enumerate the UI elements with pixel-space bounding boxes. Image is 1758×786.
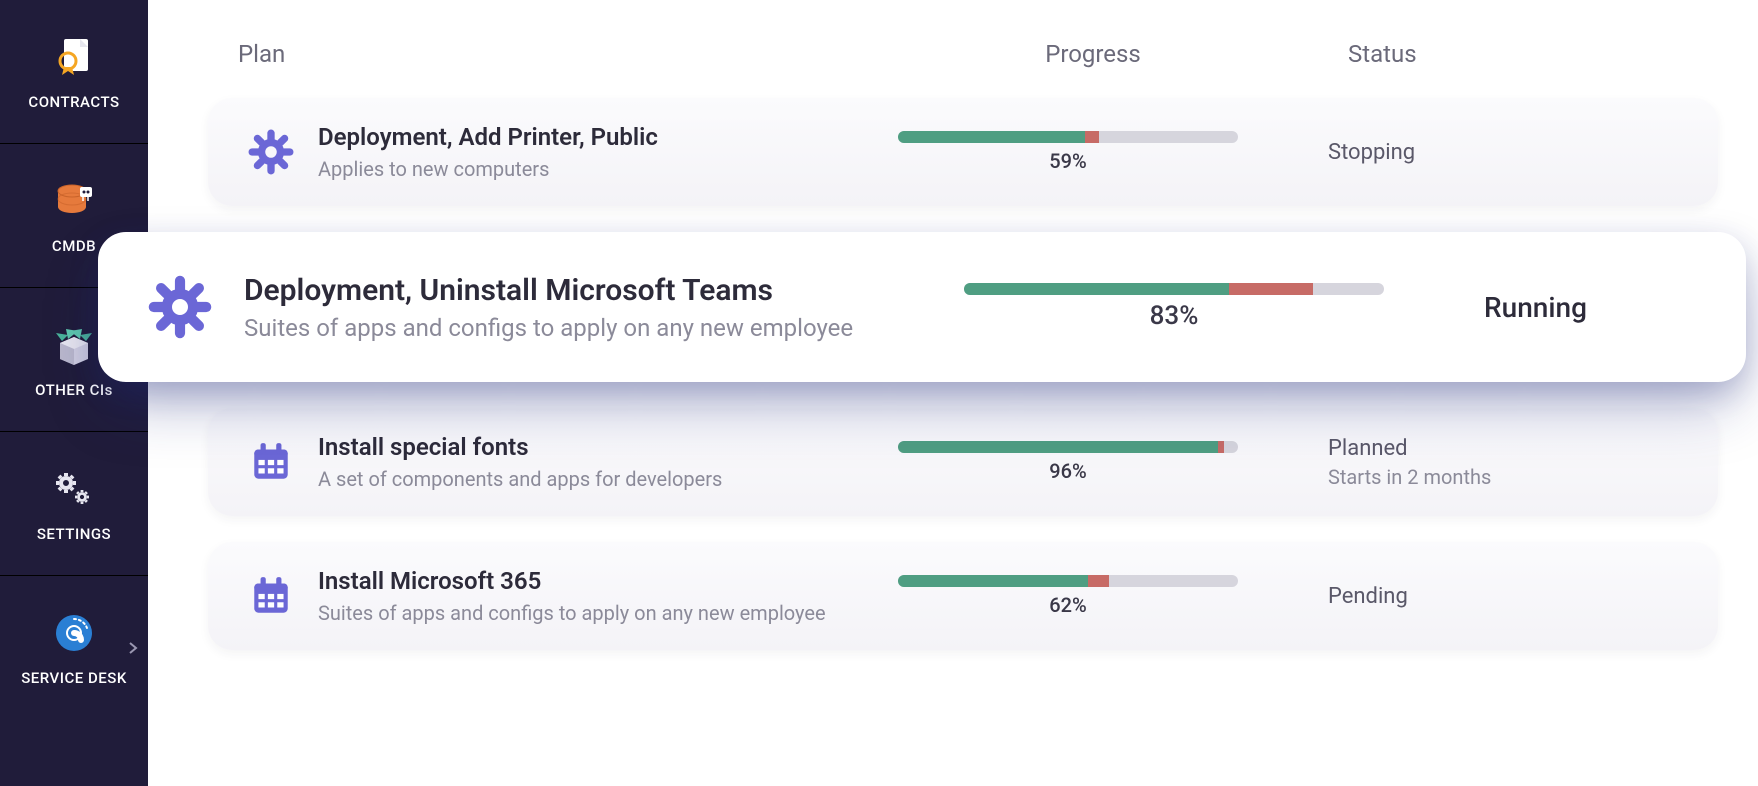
- status-text: Stopping: [1328, 140, 1678, 165]
- plan-row[interactable]: Install special fonts A set of component…: [208, 408, 1718, 516]
- column-headers: Plan Progress Status: [238, 40, 1718, 68]
- plan-title: Install special fonts: [318, 433, 898, 461]
- sidebar-item-service-desk[interactable]: SERVICE DESK: [0, 576, 148, 720]
- progress-label: 62%: [1049, 593, 1086, 617]
- status: Running: [1384, 291, 1686, 324]
- plan-subtitle: Suites of apps and configs to apply on a…: [244, 314, 964, 342]
- status-subtext: Starts in 2 months: [1328, 465, 1678, 489]
- sidebar-item-label: SETTINGS: [37, 525, 111, 543]
- status-text: Running: [1484, 291, 1686, 324]
- calendar-icon: [248, 573, 318, 619]
- progress-label: 83%: [1150, 301, 1199, 331]
- progress-label: 96%: [1049, 459, 1086, 483]
- progress: 83%: [964, 283, 1384, 331]
- box-icon: [50, 321, 98, 369]
- gear-icon: [148, 275, 244, 339]
- header-progress: Progress: [918, 40, 1268, 68]
- progress: 59%: [898, 131, 1238, 173]
- plan-subtitle: Applies to new computers: [318, 157, 898, 181]
- progress-red: [1218, 441, 1225, 453]
- main-content: Plan Progress Status Deployment, Add Pri…: [148, 0, 1758, 786]
- progress-red: [1085, 131, 1099, 143]
- plan-title: Install Microsoft 365: [318, 567, 898, 595]
- progress-bar: [964, 283, 1384, 295]
- plan-text: Deployment, Uninstall Microsoft Teams Su…: [244, 273, 964, 342]
- progress-bar: [898, 575, 1238, 587]
- sidebar-item-label: OTHER CIs: [35, 381, 113, 399]
- service-desk-icon: [50, 609, 98, 657]
- progress-red: [1229, 283, 1313, 295]
- calendar-icon: [248, 439, 318, 485]
- progress: 62%: [898, 575, 1238, 617]
- sidebar-item-label: CONTRACTS: [28, 93, 119, 111]
- sidebar-item-label: CMDB: [52, 237, 96, 255]
- status: Planned Starts in 2 months: [1238, 436, 1678, 489]
- sidebar-item-contracts[interactable]: CONTRACTS: [0, 0, 148, 144]
- progress: 96%: [898, 441, 1238, 483]
- progress-label: 59%: [1049, 149, 1086, 173]
- contracts-icon: [50, 33, 98, 81]
- status: Stopping: [1238, 140, 1678, 165]
- plan-text: Install Microsoft 365 Suites of apps and…: [318, 567, 898, 625]
- settings-icon: [50, 465, 98, 513]
- header-plan: Plan: [238, 40, 918, 68]
- sidebar-item-label: SERVICE DESK: [21, 669, 127, 687]
- gear-icon: [248, 129, 318, 175]
- chevron-right-icon: [128, 641, 138, 655]
- plan-subtitle: A set of components and apps for develop…: [318, 467, 898, 491]
- sidebar-item-settings[interactable]: SETTINGS: [0, 432, 148, 576]
- status-text: Planned: [1328, 436, 1678, 461]
- progress-green: [898, 575, 1088, 587]
- progress-green: [898, 131, 1085, 143]
- plan-text: Deployment, Add Printer, Public Applies …: [318, 123, 898, 181]
- plan-row[interactable]: Install Microsoft 365 Suites of apps and…: [208, 542, 1718, 650]
- progress-bar: [898, 441, 1238, 453]
- plan-row[interactable]: Deployment, Add Printer, Public Applies …: [208, 98, 1718, 206]
- plan-text: Install special fonts A set of component…: [318, 433, 898, 491]
- plan-row[interactable]: Deployment, Uninstall Microsoft Teams Su…: [98, 232, 1746, 382]
- plan-title: Deployment, Add Printer, Public: [318, 123, 898, 151]
- progress-bar: [898, 131, 1238, 143]
- rows-list: Deployment, Add Printer, Public Applies …: [208, 98, 1718, 650]
- plan-title: Deployment, Uninstall Microsoft Teams: [244, 273, 964, 308]
- plan-subtitle: Suites of apps and configs to apply on a…: [318, 601, 898, 625]
- status-text: Pending: [1328, 584, 1678, 609]
- status: Pending: [1238, 584, 1678, 609]
- cmdb-icon: [50, 177, 98, 225]
- progress-red: [1088, 575, 1108, 587]
- header-status: Status: [1268, 40, 1718, 68]
- sidebar: CONTRACTS CMDB: [0, 0, 148, 786]
- progress-green: [898, 441, 1218, 453]
- progress-green: [964, 283, 1229, 295]
